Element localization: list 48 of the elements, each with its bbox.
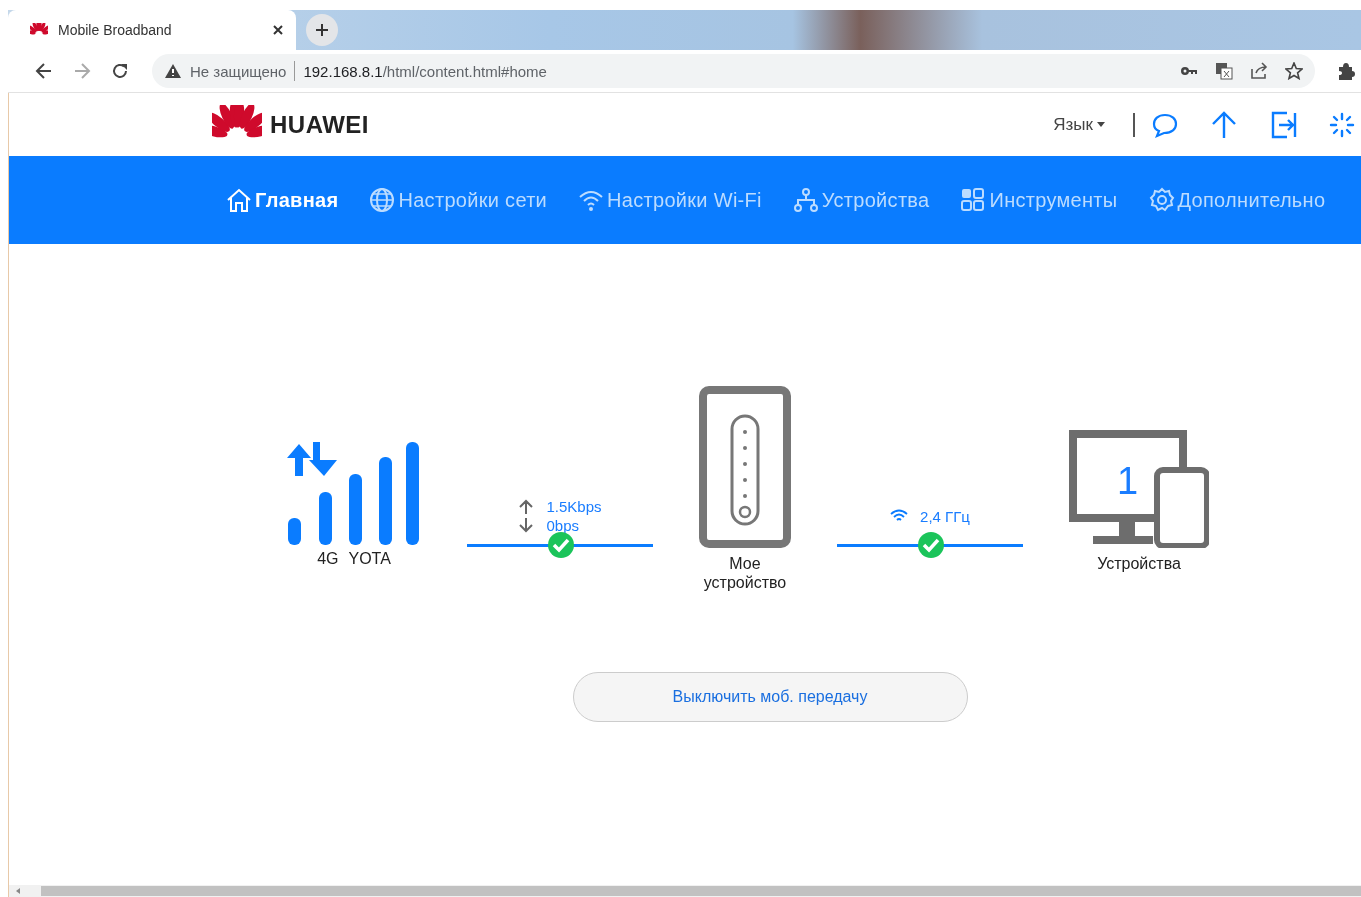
address-bar[interactable]: Не защищено 192.168.8.1/html/content.html#home bbox=[152, 54, 1315, 88]
nav-tab[interactable]: Главная bbox=[225, 186, 339, 214]
key-icon[interactable] bbox=[1180, 65, 1198, 77]
translate-icon[interactable] bbox=[1215, 62, 1233, 80]
star-icon[interactable] bbox=[1285, 62, 1303, 80]
signal-strength-icon bbox=[287, 442, 421, 546]
up-down-arrows-icon bbox=[518, 499, 535, 533]
nav-tab[interactable]: Настройки Wi-Fi bbox=[577, 186, 762, 214]
router-label: Мое устройство bbox=[702, 554, 788, 592]
wifi-icon bbox=[890, 509, 909, 523]
computer-and-phone-icon bbox=[1069, 430, 1209, 548]
url-text: 192.168.8.1/html/content.html#home bbox=[303, 62, 548, 80]
forward-arrow-icon bbox=[72, 61, 92, 81]
home-icon bbox=[225, 186, 253, 214]
device-count: 1 bbox=[1117, 460, 1139, 503]
upload-rate: 1.5Kbps bbox=[546, 497, 602, 516]
language-menu[interactable]: Язык bbox=[1053, 114, 1105, 135]
router-icon bbox=[699, 386, 791, 548]
share-icon[interactable] bbox=[1250, 62, 1268, 80]
security-label: Не защищено bbox=[190, 62, 287, 80]
operator-name: YOTA bbox=[348, 550, 391, 568]
band-label: 2,4 ГГц bbox=[920, 507, 970, 525]
devices-label: Устройства bbox=[1097, 554, 1181, 573]
download-rate: 0bps bbox=[546, 516, 580, 535]
plus-icon bbox=[314, 22, 330, 38]
nav-tab[interactable]: Устройства bbox=[791, 186, 930, 214]
network-tree-icon bbox=[791, 186, 820, 214]
browser-tab[interactable]: Mobile Broadband bbox=[8, 10, 296, 50]
scroll-left-arrow-icon[interactable] bbox=[15, 888, 21, 894]
settings-icon bbox=[1147, 186, 1176, 214]
favicon-icon bbox=[30, 23, 48, 37]
puzzle-icon[interactable] bbox=[1337, 62, 1355, 80]
logout-icon[interactable] bbox=[1269, 109, 1299, 140]
nav-tab[interactable]: Дополнительно bbox=[1147, 186, 1326, 214]
nav-tab[interactable]: Настройки сети bbox=[368, 186, 548, 214]
brand-name: HUAWEI bbox=[270, 110, 369, 139]
back-arrow-icon bbox=[34, 61, 54, 81]
loading-spinner-icon bbox=[1329, 111, 1355, 138]
reload-icon bbox=[110, 61, 130, 81]
disable-mobile-data-button[interactable]: Выключить моб. передачу bbox=[572, 672, 968, 722]
new-tab-button[interactable] bbox=[306, 14, 338, 46]
tab-title: Mobile Broadband bbox=[58, 22, 173, 38]
warning-icon bbox=[164, 63, 182, 79]
horizontal-scrollbar[interactable] bbox=[9, 885, 1361, 897]
caret-icon bbox=[1097, 122, 1105, 127]
nav-tab[interactable]: Инструменты bbox=[959, 186, 1118, 214]
globe-icon bbox=[368, 186, 397, 214]
network-type: 4G bbox=[317, 550, 339, 568]
